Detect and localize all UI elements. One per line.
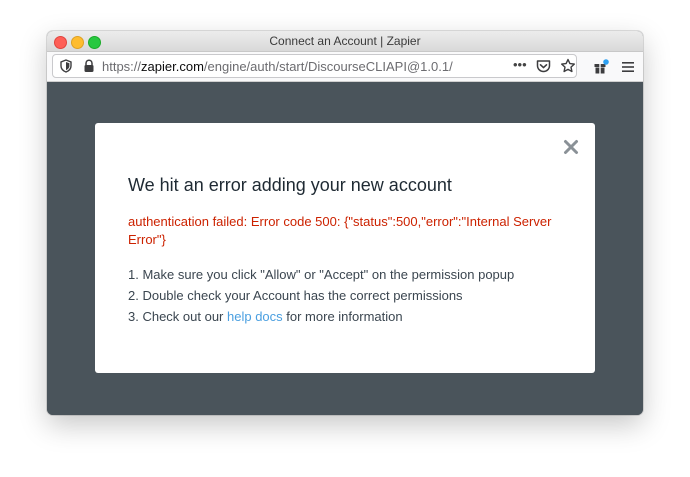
troubleshooting-list: 1. Make sure you click "Allow" or "Accep… [128, 264, 568, 327]
shield-icon[interactable] [59, 59, 73, 78]
browser-window: Connect an Account | Zapier https://zapi… [47, 31, 643, 415]
star-icon[interactable] [560, 58, 576, 79]
url-host: zapier.com [141, 59, 204, 74]
list-item: 1. Make sure you click "Allow" or "Accep… [128, 267, 515, 282]
title-bar: Connect an Account | Zapier [47, 31, 643, 52]
error-dialog: We hit an error adding your new account … [95, 123, 595, 373]
list-item: 2. Double check your Account has the cor… [128, 288, 463, 303]
dialog-title: We hit an error adding your new account [128, 175, 452, 195]
gift-icon[interactable] [593, 59, 609, 80]
step3-suffix: for more information [282, 309, 403, 324]
help-docs-link[interactable]: help docs [227, 309, 283, 324]
error-message: authentication failed: Error code 500: {… [128, 214, 552, 247]
page-overlay: We hit an error adding your new account … [47, 82, 643, 415]
lock-icon[interactable] [83, 59, 95, 78]
list-item: 3. Check out our help docs for more info… [128, 306, 568, 327]
url-prefix: https:// [102, 59, 142, 74]
close-icon[interactable] [561, 137, 581, 157]
address-bar[interactable]: https://zapier.com/engine/auth/start/Dis… [52, 54, 577, 78]
step3-prefix: 3. Check out our [128, 309, 227, 324]
url-text[interactable]: https://zapier.com/engine/auth/start/Dis… [102, 59, 453, 74]
page-actions-button[interactable]: ••• [513, 57, 527, 72]
browser-toolbar: https://zapier.com/engine/auth/start/Dis… [47, 52, 643, 82]
pocket-icon[interactable] [536, 59, 551, 78]
url-path: /engine/auth/start/DiscourseCLIAPI@1.0.1… [203, 59, 453, 74]
window-title: Connect an Account | Zapier [269, 34, 421, 48]
hamburger-menu-icon[interactable] [621, 60, 635, 78]
